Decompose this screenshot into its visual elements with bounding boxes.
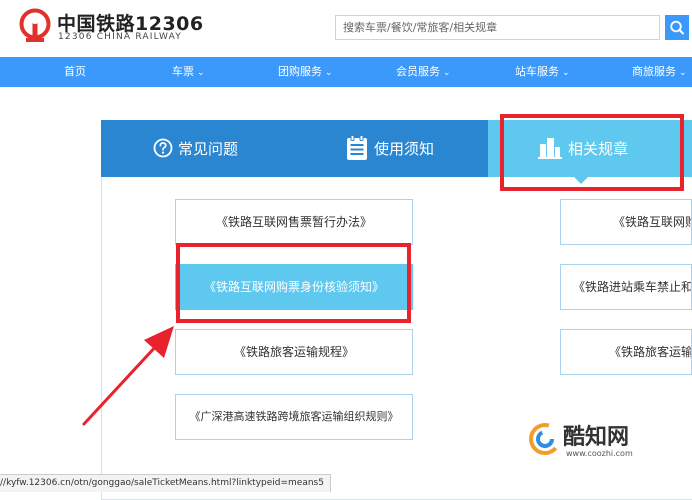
browser-status-bar: //kyfw.12306.cn/otn/gonggao/saleTicketMe… xyxy=(0,474,331,492)
annotation-highlight-box xyxy=(500,114,684,191)
search-input[interactable] xyxy=(336,16,659,39)
question-circle-icon xyxy=(153,138,173,158)
regulation-link[interactable]: 《铁路互联网购 xyxy=(560,199,692,245)
china-railway-logo-icon[interactable] xyxy=(18,8,52,42)
nav-item-label: 会员服务 xyxy=(396,65,440,78)
annotation-highlight-box xyxy=(176,243,411,323)
regulation-link[interactable]: 《铁路进站乘车禁止和 xyxy=(560,264,692,310)
brand-name-en: 12306 CHINA RAILWAY xyxy=(58,32,182,42)
tab-label: 常见问题 xyxy=(178,140,239,158)
watermark-title: 酷知网 xyxy=(563,425,630,450)
nav-item-station-service[interactable]: 站车服务 ⌄ xyxy=(515,57,570,87)
nav-item-label: 商旅服务 xyxy=(632,65,676,78)
regulation-link[interactable]: 《铁路互联网售票暂行办法》 xyxy=(175,199,413,245)
tab-usage-notice[interactable]: 使用须知 xyxy=(294,120,488,177)
main-nav: 首页 车票 ⌄ 团购服务 ⌄ 会员服务 ⌄ 站车服务 ⌄ 商旅服务 ⌄ xyxy=(0,57,692,87)
annotation-arrow-icon xyxy=(82,326,174,426)
notice-list-icon xyxy=(347,135,367,160)
regulation-link[interactable]: 《广深港高速铁路跨境旅客运输组织规则》 xyxy=(175,394,413,440)
nav-item-label: 车票 xyxy=(172,65,194,78)
nav-item-group-service[interactable]: 团购服务 ⌄ xyxy=(278,57,333,87)
coozhi-watermark: 酷知网 www.coozhi.com xyxy=(524,418,686,460)
chevron-down-icon: ⌄ xyxy=(679,68,687,78)
site-header: 中国铁路12306 12306 CHINA RAILWAY xyxy=(0,0,692,55)
tab-faq[interactable]: 常见问题 xyxy=(101,120,294,177)
coozhi-logo-icon xyxy=(529,423,561,455)
chevron-down-icon: ⌄ xyxy=(325,68,333,78)
nav-item-tickets[interactable]: 车票 ⌄ xyxy=(172,57,205,87)
search-box xyxy=(335,15,660,40)
nav-item-member-service[interactable]: 会员服务 ⌄ xyxy=(396,57,451,87)
regulation-link[interactable]: 《铁路旅客运输 xyxy=(560,329,692,375)
nav-item-business-travel[interactable]: 商旅服务 ⌄ xyxy=(632,57,687,87)
nav-item-label: 首页 xyxy=(64,65,86,78)
nav-item-label: 团购服务 xyxy=(278,65,322,78)
watermark-url: www.coozhi.com xyxy=(566,449,633,458)
nav-item-label: 站车服务 xyxy=(515,65,559,78)
chevron-down-icon: ⌄ xyxy=(443,68,451,78)
chevron-down-icon: ⌄ xyxy=(562,68,570,78)
tab-label: 使用须知 xyxy=(374,140,435,158)
search-icon xyxy=(670,20,684,35)
regulation-link[interactable]: 《铁路旅客运输规程》 xyxy=(175,329,413,375)
chevron-down-icon: ⌄ xyxy=(197,68,205,78)
nav-item-home[interactable]: 首页 xyxy=(64,57,86,87)
search-button[interactable] xyxy=(665,15,689,40)
